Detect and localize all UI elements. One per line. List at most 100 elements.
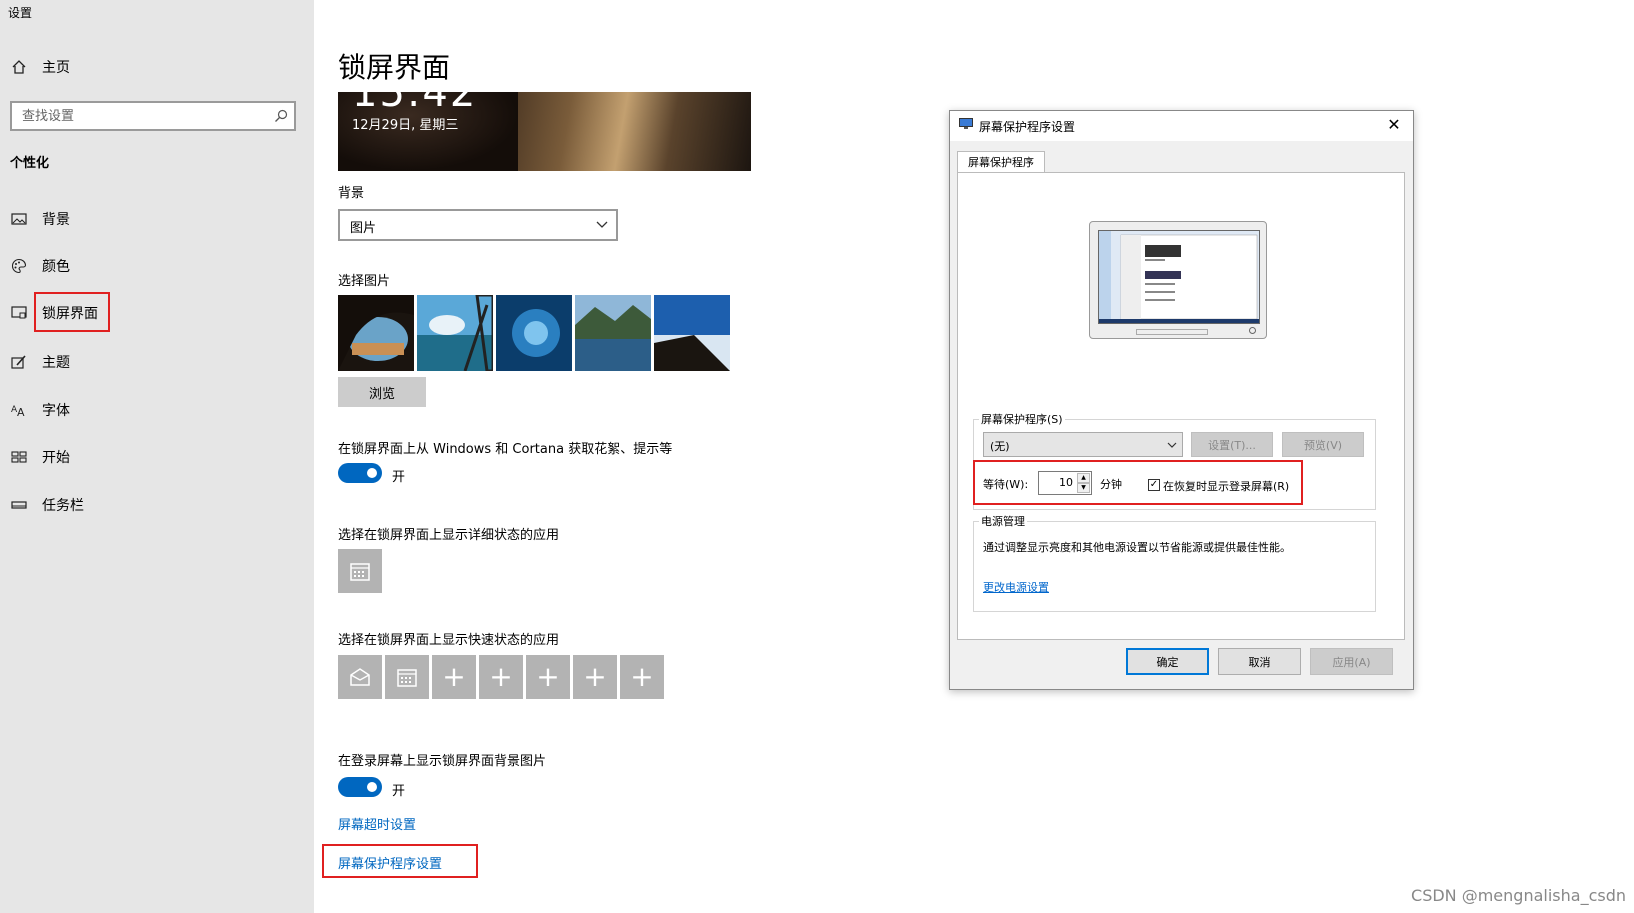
calendar-icon xyxy=(350,563,370,581)
quick-status-add-slot[interactable]: + xyxy=(620,655,664,699)
monitor-slot xyxy=(1136,329,1208,335)
picture-thumbnail-1[interactable] xyxy=(338,295,414,371)
dialog-titlebar: 屏幕保护程序设置 ✕ xyxy=(950,111,1413,141)
quick-status-add-slot[interactable]: + xyxy=(479,655,523,699)
quick-status-label: 选择在锁屏界面上显示快速状态的应用 xyxy=(338,633,560,648)
change-power-settings-link[interactable]: 更改电源设置 xyxy=(983,579,1049,595)
ok-button[interactable]: 确定 xyxy=(1126,648,1209,675)
sidebar-item-label: 字体 xyxy=(42,403,70,419)
tab-panel: 屏幕保护程序(S) (无) 设置(T)... 预览(V) 等待(W): 10 ▲… xyxy=(957,172,1405,640)
picture-thumbnail-3[interactable] xyxy=(496,295,572,371)
plus-icon: + xyxy=(630,660,654,693)
tab-screensaver[interactable]: 屏幕保护程序 xyxy=(957,151,1045,173)
power-description: 通过调整显示亮度和其他电源设置以节省能源或提供最佳性能。 xyxy=(983,541,1291,554)
quick-status-add-slot[interactable]: + xyxy=(573,655,617,699)
palette-icon xyxy=(10,257,28,275)
power-group-label: 电源管理 xyxy=(979,513,1027,529)
picture-thumbnail-2[interactable] xyxy=(417,295,493,371)
search-field[interactable] xyxy=(10,101,296,131)
watermark-text: CSDN @mengnalisha_csdn xyxy=(1411,886,1626,905)
settings-sidebar: 设置 主页 个性化 背景 颜色 锁屏界面 主题 xyxy=(0,0,314,913)
show-bg-signin-state: 开 xyxy=(392,784,406,799)
close-icon[interactable]: ✕ xyxy=(1385,115,1403,134)
page-title: 锁屏界面 xyxy=(338,51,451,84)
brush-icon xyxy=(10,353,28,371)
screensaver-group-label: 屏幕保护程序(S) xyxy=(979,411,1065,427)
sidebar-item-fonts[interactable]: AA 字体 xyxy=(0,392,314,428)
sidebar-item-label: 颜色 xyxy=(42,259,70,275)
monitor-icon xyxy=(959,118,973,129)
calendar-icon xyxy=(397,669,417,687)
search-icon[interactable] xyxy=(274,109,288,123)
quick-status-add-slot[interactable]: + xyxy=(432,655,476,699)
lock-screen-preview: 15:42 12月29日, 星期三 xyxy=(338,92,751,171)
monitor-screen xyxy=(1098,230,1260,324)
show-bg-signin-toggle[interactable] xyxy=(338,777,382,797)
preview-time: 15:42 xyxy=(352,92,478,116)
toggle-knob xyxy=(367,468,377,478)
app-title: 设置 xyxy=(8,6,33,20)
sidebar-item-themes[interactable]: 主题 xyxy=(0,344,314,380)
choose-picture-label: 选择图片 xyxy=(338,274,391,289)
sidebar-item-taskbar[interactable]: 任务栏 xyxy=(0,487,314,523)
desktop-thumbnail xyxy=(1099,231,1259,323)
sidebar-item-label: 开始 xyxy=(42,450,70,466)
select-value: (无) xyxy=(990,440,1010,453)
fun-facts-state: 开 xyxy=(392,470,406,485)
plus-icon: + xyxy=(536,660,560,693)
monitor-preview xyxy=(1089,221,1267,339)
taskbar-icon xyxy=(10,496,28,514)
picture-icon xyxy=(10,210,28,228)
picture-thumbnail-5[interactable] xyxy=(654,295,730,371)
settings-button[interactable]: 设置(T)... xyxy=(1191,432,1273,457)
svg-text:A: A xyxy=(17,406,25,418)
detailed-status-label: 选择在锁屏界面上显示详细状态的应用 xyxy=(338,528,560,543)
font-icon: AA xyxy=(10,401,28,419)
sidebar-item-label: 背景 xyxy=(42,212,70,228)
sidebar-item-start[interactable]: 开始 xyxy=(0,439,314,475)
screen-timeout-link[interactable]: 屏幕超时设置 xyxy=(338,814,416,833)
cancel-button[interactable]: 取消 xyxy=(1218,648,1301,675)
dialog-title: 屏幕保护程序设置 xyxy=(979,120,1076,134)
fun-facts-toggle[interactable] xyxy=(338,463,382,483)
detailed-status-app-calendar[interactable] xyxy=(338,549,382,593)
picture-thumbnail-4[interactable] xyxy=(575,295,651,371)
quick-status-app-mail[interactable] xyxy=(338,655,382,699)
screensaver-dialog: 屏幕保护程序设置 ✕ 屏幕保护程序 屏幕保护程序(S) (无) 设置(T)...… xyxy=(949,110,1414,690)
preview-button[interactable]: 预览(V) xyxy=(1282,432,1364,457)
sidebar-item-home[interactable]: 主页 xyxy=(0,49,314,85)
show-bg-signin-label: 在登录屏幕上显示锁屏界面背景图片 xyxy=(338,754,547,769)
highlight-box xyxy=(322,844,478,878)
lock-screen-icon xyxy=(10,304,28,322)
highlight-box xyxy=(34,292,110,332)
sidebar-item-label: 主页 xyxy=(42,60,70,76)
fun-facts-label: 在锁屏界面上从 Windows 和 Cortana 获取花絮、提示等 xyxy=(338,442,673,457)
start-icon xyxy=(10,448,28,466)
search-input[interactable] xyxy=(12,103,262,129)
apply-button[interactable]: 应用(A) xyxy=(1310,648,1393,675)
background-dropdown[interactable]: 图片 xyxy=(338,209,618,241)
quick-status-add-slot[interactable]: + xyxy=(526,655,570,699)
sidebar-item-label: 主题 xyxy=(42,355,70,371)
sidebar-item-colors[interactable]: 颜色 xyxy=(0,248,314,284)
dropdown-value: 图片 xyxy=(350,221,377,236)
browse-button[interactable]: 浏览 xyxy=(338,377,426,407)
home-icon xyxy=(10,58,28,76)
chevron-down-icon xyxy=(596,221,608,228)
toggle-knob xyxy=(367,782,377,792)
power-group xyxy=(973,521,1376,612)
sidebar-item-background[interactable]: 背景 xyxy=(0,201,314,237)
mail-icon xyxy=(350,668,370,686)
screensaver-select[interactable]: (无) xyxy=(983,432,1183,457)
plus-icon: + xyxy=(489,660,513,693)
plus-icon: + xyxy=(583,660,607,693)
preview-date: 12月29日, 星期三 xyxy=(352,118,459,133)
chevron-down-icon xyxy=(1167,442,1177,448)
background-label: 背景 xyxy=(338,186,365,201)
highlight-box xyxy=(973,460,1303,505)
power-led-icon xyxy=(1249,327,1256,334)
plus-icon: + xyxy=(442,660,466,693)
section-title: 个性化 xyxy=(10,156,50,171)
quick-status-app-calendar[interactable] xyxy=(385,655,429,699)
sidebar-item-label: 任务栏 xyxy=(42,498,84,514)
